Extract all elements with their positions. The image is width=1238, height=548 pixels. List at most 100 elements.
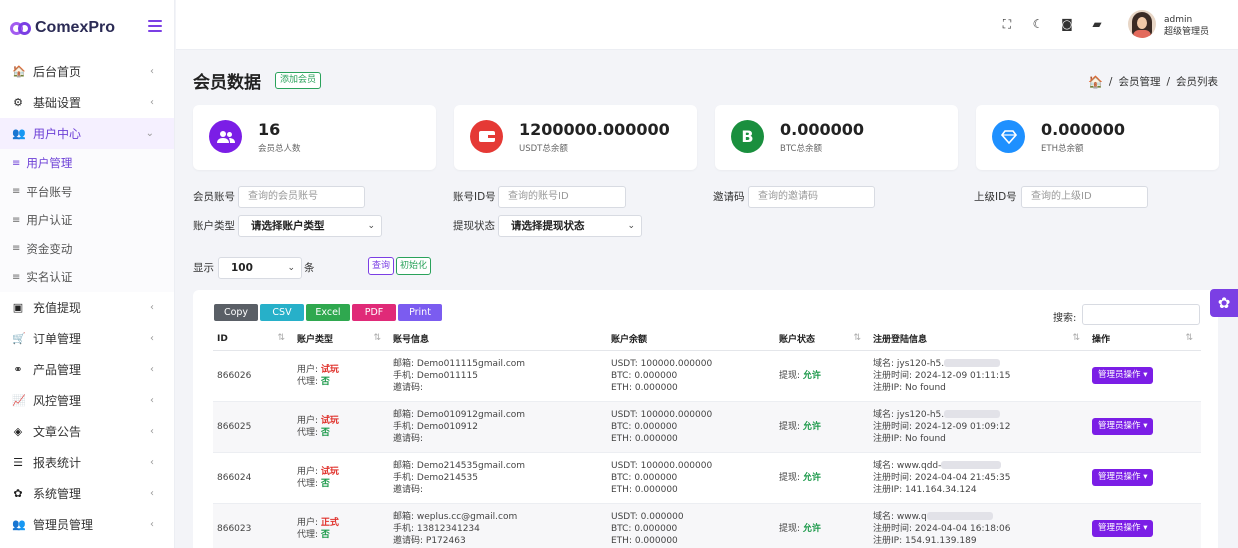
camera-icon[interactable]: ◙ xyxy=(1060,17,1074,31)
sidebar-subitem-user-management[interactable]: ≡ 用户管理 xyxy=(0,149,174,178)
column-header-account: 账号信息 xyxy=(389,328,607,351)
moon-icon[interactable]: ☾ xyxy=(1031,17,1045,31)
sidebar-item-articles[interactable]: ◈ 文章公告 ‹ xyxy=(0,416,174,447)
sidebar-item-system[interactable]: ✿ 系统管理 ‹ xyxy=(0,478,174,509)
breadcrumb-item-member-management[interactable]: 会员管理 xyxy=(1118,74,1160,89)
chevron-left-icon: ‹ xyxy=(150,97,154,108)
sidebar-item-label: 订单管理 xyxy=(33,331,82,346)
user-role: 超级管理员 xyxy=(1164,27,1210,37)
sidebar-item-label: 用户中心 xyxy=(33,127,82,141)
account-type-select[interactable]: 请选择账户类型 ⌄ xyxy=(238,215,382,237)
btc-icon: B xyxy=(731,120,764,153)
sidebar-item-settings[interactable]: ⚙ 基础设置 ‹ xyxy=(0,87,174,118)
chevron-left-icon: ‹ xyxy=(150,425,154,437)
admin-action-button[interactable]: 管理员操作 ▾ xyxy=(1092,418,1154,435)
chevron-left-icon: ‹ xyxy=(150,363,154,375)
sidebar-subitem-label: 资金变动 xyxy=(26,241,73,256)
cell-type: 用户: 试玩 代理: 否 xyxy=(293,401,389,453)
search-label: 搜索: xyxy=(1053,313,1077,324)
sidebar-item-risk[interactable]: 📈 风控管理 ‹ xyxy=(0,385,174,416)
main-content: 会员数据 添加会员 🏠 / 会员管理 / 会员列表 16 会员总人数 12000… xyxy=(176,50,1238,548)
filter-label: 显示 xyxy=(193,262,214,274)
sidebar-item-orders[interactable]: 🛒 订单管理 ‹ xyxy=(0,323,174,354)
cell-account: 邮箱: Demo011115gmail.com 手机: Demo011115 邀请码… xyxy=(389,350,607,402)
column-header-status[interactable]: 账户状态 ⇅ xyxy=(775,328,869,351)
home-icon[interactable]: 🏠 xyxy=(1088,75,1103,89)
sidebar-item-products[interactable]: ⚭ 产品管理 ‹ xyxy=(0,354,174,385)
sidebar-item-reports[interactable]: ☰ 报表统计 ‹ xyxy=(0,447,174,478)
sidebar-item-user-center[interactable]: 👥 用户中心 ⌄ xyxy=(0,118,174,149)
cell-status: 提现: 允许 xyxy=(775,350,869,402)
chevron-left-icon: ‹ xyxy=(150,66,154,77)
member-account-input[interactable]: 查询的会员账号 xyxy=(238,186,365,208)
sidebar-item-label: 产品管理 xyxy=(33,362,82,377)
cell-account: 邮箱: Demo214535gmail.com 手机: Demo214535 邀请码… xyxy=(389,452,607,504)
sidebar-subitem-fund-changes[interactable]: ≡ 资金变动 xyxy=(0,235,174,264)
menu-toggle-icon[interactable] xyxy=(148,20,162,32)
settings-gear-icon[interactable]: ✿ xyxy=(1210,289,1238,317)
add-member-button[interactable]: 添加会员 xyxy=(275,72,322,89)
sidebar-subitem-user-verification[interactable]: ≡ 用户认证 xyxy=(0,206,174,235)
table-row: 866025 用户: 试玩 代理: 否 邮箱: Demo010912gmail.… xyxy=(213,401,1201,453)
sidebar-item-deposit-withdraw[interactable]: ▣ 充值提现 ‹ xyxy=(0,292,174,323)
sidebar-subitem-label: 用户管理 xyxy=(26,156,73,171)
pdf-button[interactable]: PDF xyxy=(352,304,396,321)
page-size-select[interactable]: 100 ⌄ xyxy=(218,257,302,279)
admin-action-button[interactable]: 管理员操作 ▾ xyxy=(1092,520,1154,537)
stat-value: 0.000000 xyxy=(1041,120,1126,139)
column-header-type[interactable]: 账户类型 ⇅ xyxy=(293,328,389,351)
column-header-register[interactable]: 注册登陆信息 ⇅ xyxy=(869,328,1088,351)
print-button[interactable]: Print xyxy=(398,304,442,321)
fullscreen-icon[interactable]: ⛶ xyxy=(1000,17,1014,31)
chevron-left-icon: ‹ xyxy=(150,332,154,344)
sidebar-subitem-realname[interactable]: ≡ 实名认证 xyxy=(0,263,174,292)
sidebar-item-label: 风控管理 xyxy=(33,393,82,408)
invite-code-input[interactable]: 查询的邀请码 xyxy=(748,186,875,208)
reset-button[interactable]: 初始化 xyxy=(396,257,432,275)
users-icon: 👥 xyxy=(12,127,26,140)
csv-button[interactable]: CSV xyxy=(260,304,304,321)
filter-label: 上级ID号 xyxy=(974,191,1017,203)
sidebar: ComexPro 🏠 后台首页 ‹ ⚙ 基础设置 ‹ 👥 用户中心 ⌄ ≡ 用户… xyxy=(0,0,175,548)
cell-actions: 管理员操作 ▾ xyxy=(1088,350,1201,402)
chevron-down-icon: ⌄ xyxy=(145,128,154,139)
account-id-input[interactable]: 查询的账号ID xyxy=(498,186,626,208)
admin-action-button[interactable]: 管理员操作 ▾ xyxy=(1092,469,1154,486)
column-header-id[interactable]: ID ⇅ xyxy=(213,328,293,351)
sort-icon[interactable]: ⇅ xyxy=(853,333,861,343)
withdraw-status-select[interactable]: 请选择提现状态 ⌄ xyxy=(498,215,642,237)
user-info[interactable]: admin 超级管理员 xyxy=(1164,14,1209,38)
sidebar-item-home[interactable]: 🏠 后台首页 ‹ xyxy=(0,56,174,87)
sidebar-item-admins[interactable]: 👥 管理员管理 ‹ xyxy=(0,509,174,540)
column-header-actions[interactable]: 操作 ⇅ xyxy=(1088,328,1201,351)
sort-icon[interactable]: ⇅ xyxy=(1072,333,1080,343)
copy-button[interactable]: Copy xyxy=(214,304,258,321)
excel-button[interactable]: Excel xyxy=(306,304,350,321)
wallet-icon xyxy=(470,120,503,153)
cell-type: 用户: 试玩 代理: 否 xyxy=(293,452,389,504)
sort-icon[interactable]: ⇅ xyxy=(373,333,381,343)
cell-type: 用户: 正式 代理: 否 xyxy=(293,503,389,548)
parent-id-input[interactable]: 查询的上级ID xyxy=(1021,186,1148,208)
list-icon: ≡ xyxy=(12,243,21,255)
column-header-balance: 账户余额 xyxy=(607,328,775,351)
query-button[interactable]: 查询 xyxy=(368,257,395,275)
breadcrumb-sep: / xyxy=(1108,75,1113,88)
sidebar-subitem-label: 实名认证 xyxy=(26,270,73,285)
diamond-icon xyxy=(992,120,1025,153)
search-input[interactable] xyxy=(1082,304,1200,325)
sort-icon[interactable]: ⇅ xyxy=(277,333,285,343)
avatar[interactable] xyxy=(1128,10,1156,38)
sort-icon[interactable]: ⇅ xyxy=(1185,333,1193,343)
list-icon: ≡ xyxy=(12,214,21,226)
chevron-left-icon: ‹ xyxy=(150,487,154,499)
chart-icon: 📈 xyxy=(12,393,26,407)
breadcrumb-item-member-list: 会员列表 xyxy=(1176,76,1218,88)
message-icon[interactable]: ▰ xyxy=(1090,17,1104,31)
chevron-down-icon: ⌄ xyxy=(627,221,635,231)
filter-label: 条 xyxy=(304,262,315,274)
cell-register: 域名: jys120-h5. 注册时间: 2024-12-09 01:09:12… xyxy=(869,401,1088,453)
sidebar-subitem-platform-account[interactable]: ≡ 平台账号 xyxy=(0,178,174,207)
chevron-down-icon: ⌄ xyxy=(287,263,295,273)
admin-action-button[interactable]: 管理员操作 ▾ xyxy=(1092,367,1154,384)
